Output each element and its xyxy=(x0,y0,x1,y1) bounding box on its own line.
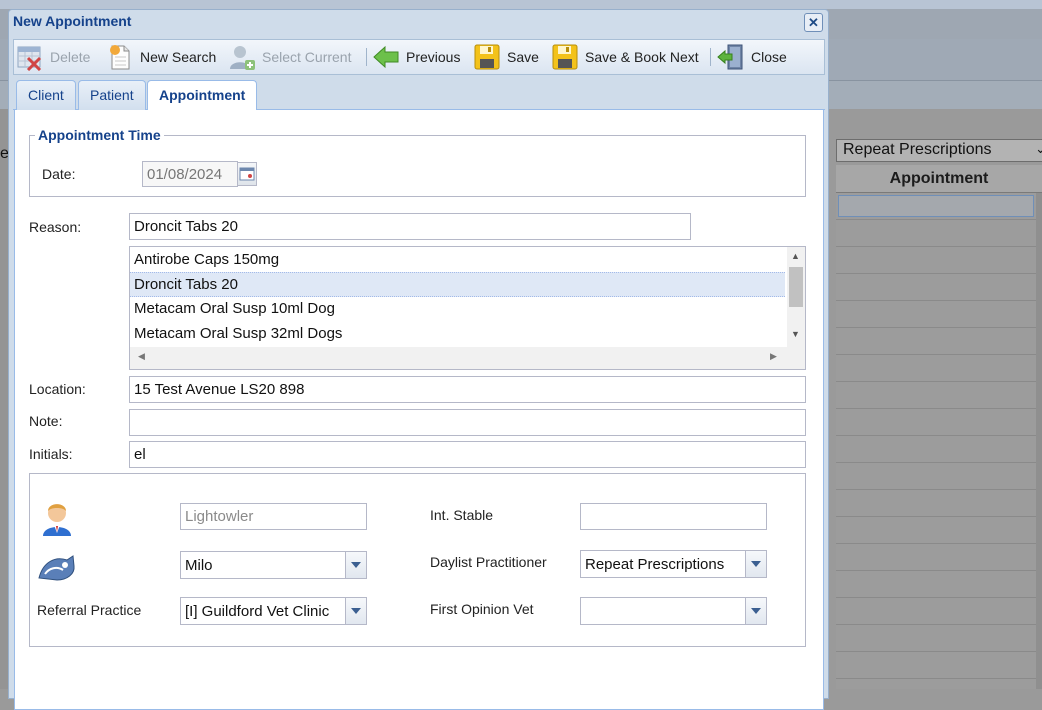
previous-label: Previous xyxy=(406,49,461,65)
chevron-down-icon[interactable] xyxy=(745,551,766,577)
calendar-icon xyxy=(239,167,255,181)
referral-practice-value: [I] Guildford Vet Clinic xyxy=(185,603,330,620)
scroll-right-arrow-icon[interactable]: ▶ xyxy=(770,351,777,362)
initials-label: Initials: xyxy=(29,446,73,462)
first-opinion-vet-label: First Opinion Vet xyxy=(430,601,534,617)
background-appointment-grid xyxy=(836,193,1042,689)
background-title-strip xyxy=(0,0,1042,9)
initials-field[interactable]: el xyxy=(129,441,806,468)
chevron-down-icon[interactable] xyxy=(745,598,766,624)
location-field[interactable]: 15 Test Avenue LS20 898 xyxy=(129,376,806,403)
floppy-disk-icon xyxy=(473,43,501,71)
list-item[interactable]: Metacam Oral Susp 32ml Dogs xyxy=(130,322,785,347)
background-column-header: Appointment xyxy=(836,165,1042,193)
scroll-down-arrow-icon[interactable]: ▼ xyxy=(791,329,800,339)
dialog-title: New Appointment xyxy=(13,13,132,29)
chevron-down-icon[interactable] xyxy=(345,552,366,578)
user-add-icon xyxy=(228,43,256,71)
background-practitioner-value: Repeat Prescriptions xyxy=(843,141,992,158)
delete-button[interactable]: Delete xyxy=(16,41,90,73)
list-item-selected[interactable]: Droncit Tabs 20 xyxy=(130,272,785,297)
int-stable-label: Int. Stable xyxy=(430,507,494,523)
tab-client[interactable]: Client xyxy=(16,80,76,110)
appointment-panel: Appointment Time Date: 01/08/2024 Reason… xyxy=(14,110,824,710)
first-opinion-vet-combo[interactable] xyxy=(580,597,767,625)
referral-practice-label: Referral Practice xyxy=(37,602,142,618)
date-picker-button[interactable] xyxy=(237,162,257,186)
reason-listbox[interactable]: Antirobe Caps 150mg Droncit Tabs 20 Meta… xyxy=(129,246,806,370)
appointment-time-legend: Appointment Time xyxy=(35,127,164,143)
background-grid-selected-row xyxy=(838,195,1034,217)
location-label: Location: xyxy=(29,381,86,397)
patient-value: Milo xyxy=(185,557,213,574)
background-practitioner-select: Repeat Prescriptions ⌄ xyxy=(836,139,1042,162)
floppy-disk-icon xyxy=(551,43,579,71)
daylist-practitioner-combo[interactable]: Repeat Prescriptions xyxy=(580,550,767,578)
save-button[interactable]: Save xyxy=(473,41,539,73)
toolbar-separator xyxy=(366,48,367,66)
previous-button[interactable]: Previous xyxy=(372,41,460,73)
scrollbar-thumb[interactable] xyxy=(789,267,803,307)
reason-label: Reason: xyxy=(29,219,82,235)
save-book-next-label: Save & Book Next xyxy=(585,49,699,65)
pet-icon xyxy=(37,550,77,587)
listbox-vertical-scrollbar[interactable]: ▲ ▼ xyxy=(787,247,805,347)
close-label: Close xyxy=(751,49,787,65)
new-document-icon xyxy=(106,43,134,71)
list-item[interactable]: Metacam Oral Susp 10ml Dog xyxy=(130,297,785,322)
scroll-left-arrow-icon[interactable]: ◀ xyxy=(138,351,145,362)
tab-strip: Client Patient Appointment xyxy=(13,78,825,111)
select-current-button[interactable]: Select Current xyxy=(228,41,351,73)
toolbar-separator xyxy=(710,48,711,66)
new-appointment-dialog: New Appointment ✕ Delete New Search Sele… xyxy=(8,9,829,710)
patient-combo[interactable]: Milo xyxy=(180,551,367,579)
client-field[interactable]: Lightowler xyxy=(180,503,367,530)
note-label: Note: xyxy=(29,413,63,429)
delete-label: Delete xyxy=(50,49,91,65)
reason-field[interactable]: Droncit Tabs 20 xyxy=(129,213,691,240)
list-item[interactable]: Antirobe Caps 150mg xyxy=(130,248,785,273)
details-box: Lightowler Milo Referral Practice [I] Gu… xyxy=(29,473,806,647)
date-label: Date: xyxy=(42,166,76,182)
close-button[interactable]: Close xyxy=(717,41,787,73)
referral-practice-combo[interactable]: [I] Guildford Vet Clinic xyxy=(180,597,367,625)
new-search-button[interactable]: New Search xyxy=(106,41,216,73)
save-label: Save xyxy=(507,49,539,65)
chevron-down-icon: ⌄ xyxy=(1035,141,1042,156)
background-scrollbar xyxy=(1036,193,1042,689)
new-search-label: New Search xyxy=(140,49,217,65)
chevron-down-icon[interactable] xyxy=(345,598,366,624)
int-stable-field[interactable] xyxy=(580,503,767,530)
person-icon xyxy=(39,499,75,540)
select-current-label: Select Current xyxy=(262,49,352,65)
tab-appointment[interactable]: Appointment xyxy=(147,80,258,111)
dialog-close-button[interactable]: ✕ xyxy=(804,13,823,32)
date-field[interactable]: 01/08/2024 xyxy=(142,161,238,187)
exit-door-icon xyxy=(717,43,745,71)
note-field[interactable] xyxy=(129,409,806,436)
dialog-toolbar: Delete New Search Select Current Previou… xyxy=(13,39,825,75)
green-arrow-left-icon xyxy=(372,43,400,71)
scroll-up-arrow-icon[interactable]: ▲ xyxy=(791,251,800,261)
listbox-horizontal-scrollbar[interactable]: ◀ ▶ xyxy=(130,347,805,369)
save-book-next-button[interactable]: Save & Book Next xyxy=(551,41,699,73)
daylist-practitioner-label: Daylist Practitioner xyxy=(430,554,547,570)
daylist-practitioner-value: Repeat Prescriptions xyxy=(585,556,725,573)
tab-patient[interactable]: Patient xyxy=(78,80,146,110)
calendar-delete-icon xyxy=(16,43,44,72)
